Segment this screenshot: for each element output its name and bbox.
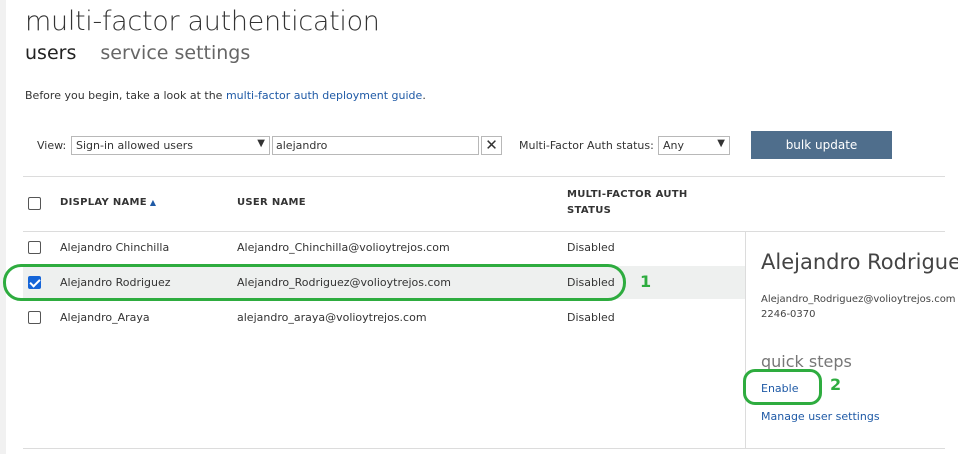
detail-panel-border	[745, 232, 746, 448]
mfa-header-line2: STATUS	[567, 205, 612, 216]
view-label: View:	[37, 139, 67, 152]
mfa-status-select[interactable]: Any ▼	[658, 136, 730, 155]
annotation-number-2: 2	[830, 375, 842, 394]
column-header-mfa-status[interactable]: MULTI-FACTOR AUTH STATUS	[567, 187, 688, 219]
detail-user-phone: 2246-0370	[761, 309, 816, 320]
cell-user-name: alejandro_araya@volioytrejos.com	[237, 311, 427, 324]
clear-search-button[interactable]: ✕	[481, 136, 502, 155]
search-input[interactable]: alejandro	[272, 136, 479, 155]
annotation-number-1: 1	[640, 272, 652, 291]
cell-status: Disabled	[567, 241, 615, 254]
detail-user-email: Alejandro_Rodriguez@volioytrejos.com	[761, 294, 956, 305]
cell-status: Disabled	[567, 311, 615, 324]
column-header-user-name[interactable]: USER NAME	[237, 195, 306, 211]
row-checkbox[interactable]	[28, 241, 41, 254]
divider	[23, 448, 945, 449]
deployment-guide-link[interactable]: multi-factor auth deployment guide	[226, 89, 422, 102]
page-title: multi-factor authentication	[25, 6, 380, 37]
divider	[23, 231, 945, 232]
row-checkbox[interactable]	[28, 311, 41, 324]
mfa-status-value: Any	[663, 139, 685, 152]
intro-prefix: Before you begin, take a look at the	[25, 89, 226, 102]
chevron-down-icon: ▼	[717, 138, 725, 149]
mfa-status-label: Multi-Factor Auth status:	[519, 139, 654, 152]
cell-display-name: Alejandro_Araya	[60, 311, 150, 324]
column-header-display-name[interactable]: DISPLAY NAME ▲	[60, 195, 156, 211]
annotation-oval-2	[743, 369, 822, 405]
manage-user-settings-link[interactable]: Manage user settings	[761, 410, 880, 423]
view-select-value: Sign-in allowed users	[76, 139, 194, 152]
annotation-oval-1	[3, 264, 626, 301]
detail-user-name: Alejandro Rodriguez	[761, 250, 958, 274]
select-all-checkbox[interactable]	[28, 197, 41, 210]
mfa-header-line1: MULTI-FACTOR AUTH	[567, 189, 688, 200]
divider	[23, 176, 945, 177]
intro-suffix: .	[422, 89, 426, 102]
bulk-update-button[interactable]: bulk update	[751, 131, 892, 159]
left-edge-strip	[0, 0, 6, 454]
tab-bar: users service settings	[25, 42, 268, 64]
tab-users[interactable]: users	[25, 42, 76, 64]
tab-service-settings[interactable]: service settings	[100, 42, 250, 64]
cell-display-name: Alejandro Chinchilla	[60, 241, 170, 254]
view-select[interactable]: Sign-in allowed users ▼	[71, 136, 270, 155]
chevron-down-icon: ▼	[257, 138, 265, 149]
display-name-header-label: DISPLAY NAME	[60, 197, 147, 208]
cell-user-name: Alejandro_Chinchilla@volioytrejos.com	[237, 241, 450, 254]
intro-text: Before you begin, take a look at the mul…	[25, 89, 426, 102]
sort-ascending-icon: ▲	[149, 198, 157, 207]
